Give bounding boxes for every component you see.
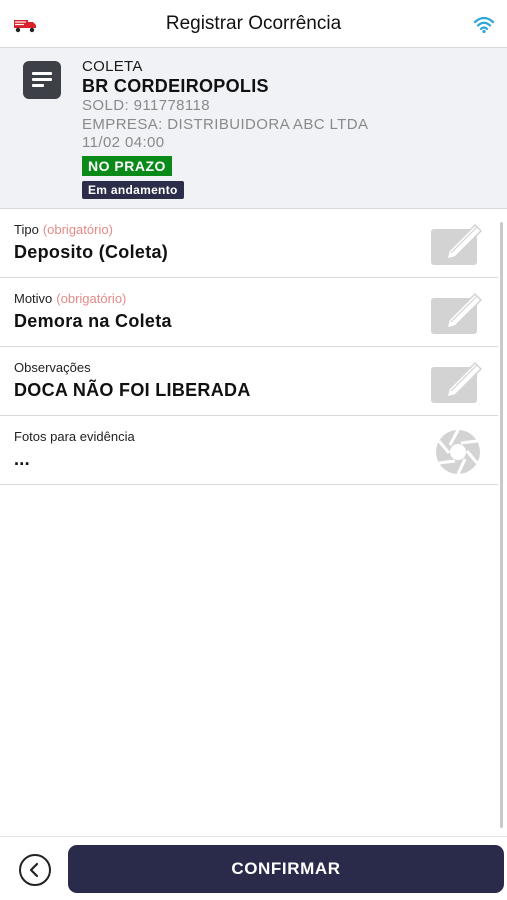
camera-shutter-icon[interactable] — [431, 429, 485, 475]
field-label-text: Observações — [14, 360, 91, 375]
top-bar: Registrar Ocorrência — [0, 0, 507, 48]
field-motivo[interactable]: Motivo (obrigatório) Demora na Coleta — [0, 278, 498, 347]
footer-bar: CONFIRMAR — [0, 836, 507, 900]
deadline-badge: NO PRAZO — [82, 156, 172, 176]
shipment-datetime: 11/02 04:00 — [82, 134, 165, 151]
field-label: Motivo (obrigatório) — [14, 291, 126, 306]
field-tipo[interactable]: Tipo (obrigatório) Deposito (Coleta) — [0, 209, 498, 278]
edit-icon[interactable] — [431, 221, 485, 265]
company-name: EMPRESA: DISTRIBUIDORA ABC LTDA — [82, 116, 369, 133]
field-label-text: Motivo — [14, 291, 53, 306]
shipment-name: BR CORDEIROPOLIS — [82, 76, 269, 96]
field-observacoes[interactable]: Observações DOCA NÃO FOI LIBERADA — [0, 347, 498, 416]
shipment-header: COLETA BR CORDEIROPOLIS SOLD: 911778118 … — [0, 48, 507, 209]
field-value: Deposito (Coleta) — [14, 242, 169, 262]
required-hint: (obrigatório) — [42, 222, 113, 237]
field-label-text: Fotos para evidência — [14, 429, 135, 444]
sold-number: SOLD: 911778118 — [82, 97, 211, 114]
field-value: DOCA NÃO FOI LIBERADA — [14, 380, 251, 400]
required-hint: (obrigatório) — [56, 291, 127, 306]
field-label: Fotos para evidência — [14, 429, 135, 444]
field-value: Demora na Coleta — [14, 311, 172, 331]
edit-icon[interactable] — [431, 290, 485, 334]
scrollbar[interactable] — [500, 222, 503, 828]
field-label: Tipo (obrigatório) — [14, 222, 113, 237]
field-label-text: Tipo — [14, 222, 39, 237]
shipment-type: COLETA — [82, 58, 143, 75]
page-title: Registrar Ocorrência — [165, 13, 342, 34]
chevron-left-icon — [29, 862, 39, 878]
field-label: Observações — [14, 360, 91, 375]
field-fotos[interactable]: Fotos para evidência ... — [0, 416, 498, 485]
status-badge: Em andamento — [82, 181, 184, 199]
field-value: ... — [14, 449, 30, 469]
document-icon — [23, 61, 61, 99]
back-button[interactable] — [19, 854, 51, 886]
confirm-button[interactable]: CONFIRMAR — [68, 845, 504, 893]
edit-icon[interactable] — [431, 359, 485, 403]
wifi-icon — [473, 16, 495, 34]
